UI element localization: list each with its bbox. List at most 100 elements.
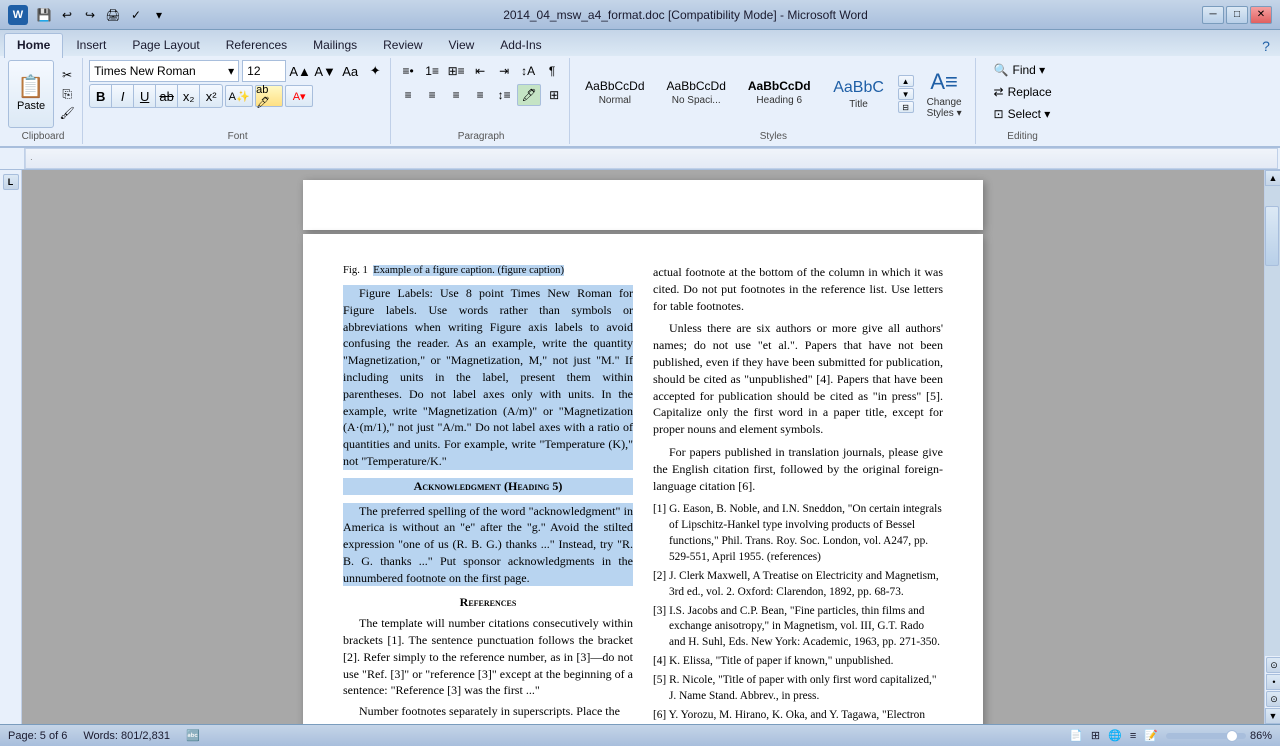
font-format-group: B I U ab x₂ x² — [89, 84, 223, 108]
decrease-font-button[interactable]: A▼ — [314, 60, 336, 82]
scroll-thumb[interactable] — [1265, 206, 1279, 266]
style-scroll-up-button[interactable]: ▲ — [898, 75, 914, 87]
style-no-spacing[interactable]: AaBbCcDd No Spaci... — [658, 74, 735, 115]
view-normal-button[interactable]: 📄 — [1069, 729, 1083, 742]
view-fullscreen-button[interactable]: ⊞ — [1091, 729, 1100, 742]
save-button[interactable]: 💾 — [34, 5, 54, 25]
tab-review[interactable]: Review — [370, 33, 435, 56]
align-center-button[interactable]: ≡ — [421, 84, 443, 106]
ref-5-text: R. Nicole, "Title of paper with only fir… — [669, 674, 937, 702]
document-type-marker: L — [3, 174, 19, 190]
spellcheck-button[interactable]: ✓ — [126, 5, 146, 25]
right-column: actual footnote at the bottom of the col… — [653, 264, 943, 724]
ref-4-num: [4] — [653, 655, 666, 667]
acknowledgment-body: The preferred spelling of the word "ackn… — [343, 503, 633, 587]
align-right-button[interactable]: ≡ — [445, 84, 467, 106]
decrease-indent-button[interactable]: ⇤ — [469, 60, 491, 82]
acknowledgment-title: Acknowledgment (Heading 5) — [343, 478, 633, 495]
zoom-thumb[interactable] — [1226, 730, 1238, 742]
increase-font-button[interactable]: A▲ — [289, 60, 311, 82]
select-browse-button[interactable]: • — [1266, 674, 1280, 690]
tab-page-layout[interactable]: Page Layout — [119, 33, 212, 56]
ref-1-num: [1] — [653, 503, 666, 515]
styles-group: AaBbCcDd Normal AaBbCcDd No Spaci... AaB… — [572, 58, 975, 144]
show-marks-button[interactable]: ¶ — [541, 60, 563, 82]
ref-2-num: [2] — [653, 570, 666, 582]
font-group: Times New Roman ▾ 12 A▲ A▼ Aa ✦ B I U — [85, 58, 391, 144]
style-more-button[interactable]: ⊟ — [898, 101, 914, 113]
style-normal[interactable]: AaBbCcDd Normal — [576, 74, 653, 115]
maximize-button[interactable]: □ — [1226, 6, 1248, 24]
replace-icon: ⇄ — [994, 85, 1004, 99]
align-left-button[interactable]: ≡ — [397, 84, 419, 106]
browse-prev-button[interactable]: ⊙ — [1266, 657, 1280, 673]
style-scroll-down-button[interactable]: ▼ — [898, 88, 914, 100]
undo-button[interactable]: ↩ — [57, 5, 77, 25]
redo-button[interactable]: ↪ — [80, 5, 100, 25]
document-area[interactable]: Fig. 1 Example of a figure caption. (fig… — [22, 170, 1264, 724]
paragraph-row-2: ≡ ≡ ≡ ≡ ↕≡ 🖊 ⊞ — [397, 84, 565, 106]
dropdown-button[interactable]: ▾ — [149, 5, 169, 25]
text-highlight-button[interactable]: ab🖊 — [255, 85, 283, 107]
tab-insert[interactable]: Insert — [63, 33, 119, 56]
underline-button[interactable]: U — [134, 85, 156, 107]
select-icon: ⊡ — [994, 107, 1004, 121]
numbering-button[interactable]: 1≡ — [421, 60, 443, 82]
scroll-down-button[interactable]: ▼ — [1265, 708, 1280, 724]
subscript-button[interactable]: x₂ — [178, 85, 200, 107]
style-heading6[interactable]: AaBbCcDd Heading 6 — [739, 74, 820, 115]
style-title[interactable]: AaBbC Title — [824, 74, 894, 115]
strikethrough-button[interactable]: ab — [156, 85, 178, 107]
vertical-scrollbar: ▲ ⊙ • ⊙ ▼ — [1264, 170, 1280, 724]
style-gallery-items: AaBbCcDd Normal AaBbCcDd No Spaci... AaB… — [576, 74, 893, 115]
close-button[interactable]: ✕ — [1250, 6, 1272, 24]
ref-6: [6] Y. Yorozu, M. Hirano, K. Oka, and Y.… — [653, 708, 943, 724]
line-spacing-button[interactable]: ↕≡ — [493, 84, 515, 106]
page-header-area — [303, 180, 983, 230]
change-case-button[interactable]: Aa — [339, 60, 361, 82]
increase-indent-button[interactable]: ⇥ — [493, 60, 515, 82]
text-effects-button[interactable]: A✨ — [225, 85, 253, 107]
italic-button[interactable]: I — [112, 85, 134, 107]
find-button[interactable]: 🔍 Find ▾ — [987, 60, 1059, 80]
view-draft-button[interactable]: 📝 — [1144, 729, 1158, 742]
justify-button[interactable]: ≡ — [469, 84, 491, 106]
bullets-button[interactable]: ≡• — [397, 60, 419, 82]
format-painter-button[interactable]: 🖌 — [56, 104, 78, 122]
scroll-track[interactable] — [1265, 186, 1280, 656]
font-family-selector[interactable]: Times New Roman ▾ — [89, 60, 239, 82]
replace-label: Replace — [1008, 85, 1052, 99]
scroll-up-button[interactable]: ▲ — [1265, 170, 1280, 186]
change-styles-button[interactable]: A≡ ChangeStyles ▾ — [918, 64, 971, 124]
tab-references[interactable]: References — [213, 33, 300, 56]
sort-button[interactable]: ↕A — [517, 60, 539, 82]
font-color-button[interactable]: A▾ — [285, 85, 313, 107]
multilevel-list-button[interactable]: ⊞≡ — [445, 60, 467, 82]
select-label: Select ▾ — [1008, 107, 1051, 121]
view-web-button[interactable]: 🌐 — [1108, 729, 1122, 742]
minimize-button[interactable]: ─ — [1202, 6, 1224, 24]
borders-button[interactable]: ⊞ — [543, 84, 565, 106]
cut-button[interactable]: ✂ — [56, 66, 78, 84]
select-button[interactable]: ⊡ Select ▾ — [987, 104, 1059, 124]
tab-add-ins[interactable]: Add-Ins — [487, 33, 554, 56]
replace-button[interactable]: ⇄ Replace — [987, 82, 1059, 102]
help-button[interactable]: ? — [1256, 36, 1276, 56]
print-button[interactable]: 🖨 — [103, 5, 123, 25]
clear-format-button[interactable]: ✦ — [364, 60, 386, 82]
view-outline-button[interactable]: ≡ — [1130, 730, 1136, 742]
paragraph-row-1: ≡• 1≡ ⊞≡ ⇤ ⇥ ↕A ¶ — [397, 60, 563, 82]
bold-button[interactable]: B — [90, 85, 112, 107]
shading-button[interactable]: 🖊 — [517, 84, 541, 106]
superscript-button[interactable]: x² — [200, 85, 222, 107]
tab-mailings[interactable]: Mailings — [300, 33, 370, 56]
browse-next-button[interactable]: ⊙ — [1266, 691, 1280, 707]
tab-home[interactable]: Home — [4, 33, 63, 58]
page-info: Page: 5 of 6 — [8, 730, 67, 742]
zoom-slider[interactable] — [1166, 733, 1246, 739]
copy-button[interactable]: ⎘ — [56, 85, 78, 103]
font-size-selector[interactable]: 12 — [242, 60, 286, 82]
paste-button[interactable]: 📋 Paste — [8, 60, 54, 128]
tab-view[interactable]: View — [436, 33, 488, 56]
ref-1: [1] G. Eason, B. Noble, and I.N. Sneddon… — [653, 502, 943, 565]
